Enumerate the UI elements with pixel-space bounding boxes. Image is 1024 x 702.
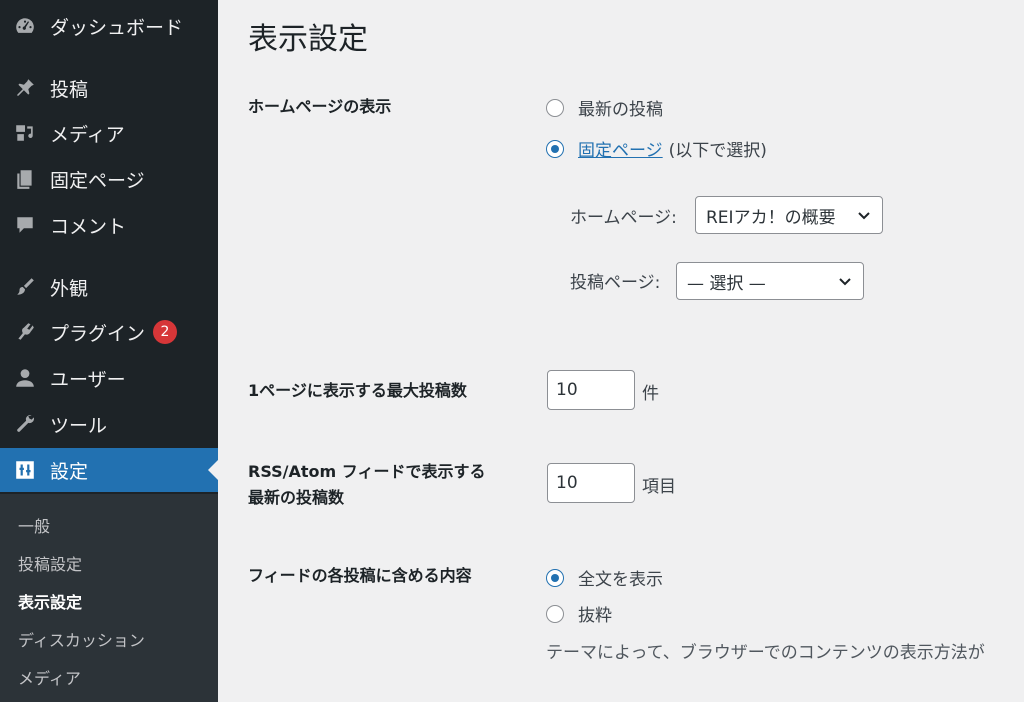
menu-settings[interactable]: 設定 <box>0 448 218 492</box>
user-icon <box>0 356 50 400</box>
menu-label: プラグイン <box>50 322 146 345</box>
posts-page-select[interactable]: — 選択 — <box>676 262 864 300</box>
settings-submenu: 一般 投稿設定 表示設定 ディスカッション メディア <box>0 494 218 702</box>
admin-sidebar: ダッシュボード 投稿 メディア 固定ページ コメント 外観 プラグイン 2 ユー… <box>0 0 218 702</box>
wrench-icon <box>0 402 50 446</box>
main-content: 表示設定 ホームページの表示 最新の投稿 固定ページ (以下で選択) ホームペー… <box>218 0 1024 702</box>
posts-per-page-input[interactable] <box>547 370 635 410</box>
update-count-badge: 2 <box>153 320 178 344</box>
dashboard-icon <box>0 4 50 48</box>
radio-static-page[interactable]: 固定ページ (以下で選択) <box>546 136 767 161</box>
feed-count-unit: 項目 <box>642 477 676 497</box>
radio-label: 最新の投稿 <box>578 100 663 120</box>
menu-label: コメント <box>50 215 127 238</box>
radio-excerpt[interactable]: 抜粋 <box>546 601 612 626</box>
feed-content-description: テーマによって、ブラウザーでのコンテンツの表示方法が <box>546 643 985 663</box>
posts-per-page-unit: 件 <box>642 384 659 404</box>
feed-count-label-line2: 最新の投稿数 <box>248 488 345 507</box>
menu-label: 固定ページ <box>50 169 145 192</box>
menu-label: ユーザー <box>50 368 126 391</box>
menu-plugins[interactable]: プラグイン 2 <box>0 310 218 354</box>
brush-icon <box>0 265 50 309</box>
radio-button[interactable] <box>546 604 564 623</box>
homepage-display-label: ホームページの表示 <box>248 97 392 116</box>
menu-tools[interactable]: ツール <box>0 402 218 446</box>
radio-button-checked[interactable] <box>546 139 564 158</box>
menu-appearance[interactable]: 外観 <box>0 265 218 309</box>
menu-media[interactable]: メディア <box>0 111 218 155</box>
submenu-writing[interactable]: 投稿設定 <box>18 551 82 575</box>
menu-comments[interactable]: コメント <box>0 203 218 247</box>
pin-icon <box>0 66 50 110</box>
media-icon <box>0 111 50 155</box>
plugin-icon <box>0 310 50 354</box>
feed-count-label-line1: RSS/Atom フィードで表示する <box>248 462 486 481</box>
menu-users[interactable]: ユーザー <box>0 356 218 400</box>
menu-label: ツール <box>50 414 108 437</box>
comment-icon <box>0 203 50 247</box>
submenu-reading[interactable]: 表示設定 <box>18 589 82 613</box>
feed-content-label: フィードの各投稿に含める内容 <box>248 566 472 585</box>
feed-count-input[interactable] <box>547 463 635 503</box>
menu-label: ダッシュボード <box>50 16 184 39</box>
radio-latest-posts[interactable]: 最新の投稿 <box>546 95 663 120</box>
radio-suffix: (以下で選択) <box>668 141 767 161</box>
active-indicator-arrow <box>208 460 218 480</box>
static-page-link[interactable]: 固定ページ <box>578 136 663 161</box>
settings-icon <box>0 448 50 492</box>
posts-page-select-label: 投稿ページ: <box>570 273 661 293</box>
submenu-general[interactable]: 一般 <box>18 513 50 537</box>
homepage-select-label: ホームページ: <box>570 208 677 228</box>
menu-label: 外観 <box>50 277 89 300</box>
submenu-media[interactable]: メディア <box>18 665 81 689</box>
menu-label: 投稿 <box>50 78 89 101</box>
menu-dashboard[interactable]: ダッシュボード <box>0 4 218 48</box>
page-title: 表示設定 <box>248 22 368 57</box>
radio-button-checked[interactable] <box>546 568 564 587</box>
chevron-down-icon <box>858 212 870 220</box>
radio-label: 全文を表示 <box>578 570 663 590</box>
menu-posts[interactable]: 投稿 <box>0 66 218 110</box>
radio-label: 抜粋 <box>578 606 612 626</box>
menu-pages[interactable]: 固定ページ <box>0 157 218 201</box>
homepage-select[interactable]: REIアカ！の概要 <box>695 196 883 234</box>
submenu-discussion[interactable]: ディスカッション <box>18 627 145 651</box>
menu-label: メディア <box>50 123 125 146</box>
posts-per-page-label: 1ページに表示する最大投稿数 <box>248 381 467 400</box>
menu-label: 設定 <box>50 460 89 483</box>
radio-button[interactable] <box>546 98 564 117</box>
radio-full-text[interactable]: 全文を表示 <box>546 565 663 590</box>
pages-icon <box>0 157 50 201</box>
homepage-select-value: REIアカ！の概要 <box>706 207 836 228</box>
posts-page-select-value: — 選択 — <box>687 273 766 294</box>
chevron-down-icon <box>839 278 851 286</box>
